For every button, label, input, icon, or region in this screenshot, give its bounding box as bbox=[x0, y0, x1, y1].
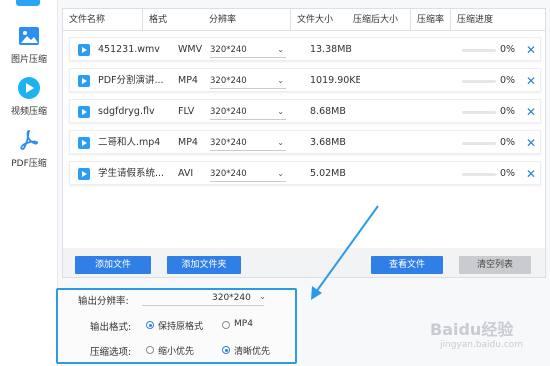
file-name: 451231.wmv bbox=[98, 44, 160, 55]
add-folder-button[interactable]: 添加文件夹 bbox=[167, 256, 241, 274]
resolution-value: 320*240 bbox=[210, 138, 247, 148]
app-window: 图片压缩 视频压缩 PDF压缩 文件名称 格式 分辨率 文件大小 压缩后大小 压… bbox=[0, 0, 550, 366]
file-size: 8.68MB bbox=[310, 106, 346, 117]
chevron-down-icon: ⌄ bbox=[277, 76, 284, 85]
output-settings-panel: 输出分辨率: 320*240 ⌄ 输出格式: 保持原格式 MP4 压缩选项: 缩… bbox=[56, 288, 297, 364]
column-header-ratio: 压缩率 bbox=[411, 9, 451, 31]
play-icon[interactable] bbox=[78, 44, 90, 56]
sidebar-item-video[interactable]: 视频压缩 bbox=[0, 76, 58, 117]
file-size: 3.68MB bbox=[310, 137, 346, 148]
resolution-select[interactable]: 320*240 ⌄ bbox=[210, 104, 286, 120]
play-icon[interactable] bbox=[78, 106, 90, 118]
column-header-name: 文件名称 bbox=[63, 9, 143, 31]
resolution-label: 输出分辨率: bbox=[78, 296, 129, 307]
play-icon[interactable] bbox=[78, 75, 90, 87]
progress-bar bbox=[462, 49, 496, 52]
column-header-progress: 压缩进度 bbox=[457, 15, 494, 25]
action-bar: 添加文件 添加文件夹 查看文件 清空列表 bbox=[62, 248, 546, 278]
progress-percent: 0% bbox=[500, 44, 516, 55]
table-row[interactable]: sdgfdryg.flv FLV 320*240 ⌄ 8.68MB 0% ✕ bbox=[69, 99, 541, 123]
resolution-select[interactable]: 320*240 ⌄ bbox=[210, 135, 286, 151]
file-list-panel: 文件名称 格式 分辨率 文件大小 压缩后大小 压缩率 压缩进度 451231.w… bbox=[62, 8, 546, 278]
view-file-button[interactable]: 查看文件 bbox=[371, 256, 443, 274]
file-format: MP4 bbox=[178, 137, 198, 148]
compress-label: 压缩选项: bbox=[90, 347, 132, 358]
table-row[interactable]: 学生请假系统... AVI 320*240 ⌄ 5.02MB 0% ✕ bbox=[69, 161, 541, 185]
progress-bar bbox=[462, 173, 496, 176]
file-name: 二哥和人.mp4 bbox=[98, 137, 161, 148]
file-name: 学生请假系统... bbox=[98, 168, 165, 179]
chevron-down-icon: ⌄ bbox=[259, 292, 266, 301]
chevron-down-icon: ⌄ bbox=[277, 107, 284, 116]
chevron-down-icon: ⌄ bbox=[277, 169, 284, 178]
format-radio-mp4[interactable] bbox=[222, 321, 230, 329]
remove-icon[interactable]: ✕ bbox=[526, 162, 536, 186]
column-header-compressed-size: 压缩后大小 bbox=[347, 9, 411, 31]
remove-icon[interactable]: ✕ bbox=[526, 38, 536, 62]
resolution-value: 320*240 bbox=[210, 107, 247, 117]
resolution-select[interactable]: 320*240 ⌄ bbox=[210, 166, 286, 182]
remove-icon[interactable]: ✕ bbox=[526, 131, 536, 155]
watermark-logo: Baidu经验 bbox=[430, 320, 514, 339]
format-radio-keep[interactable] bbox=[146, 321, 154, 329]
sidebar-item-label: PDF压缩 bbox=[11, 159, 47, 169]
resolution-value: 320*240 bbox=[210, 169, 247, 179]
column-header-format: 格式 bbox=[149, 15, 168, 25]
progress-bar bbox=[462, 80, 496, 83]
file-format: FLV bbox=[178, 106, 195, 117]
progress-bar bbox=[462, 142, 496, 145]
table-row[interactable]: PDF分割演讲... MP4 320*240 ⌄ 1019.90KE 0% ✕ bbox=[69, 68, 541, 92]
output-resolution-value: 320*240 bbox=[212, 293, 251, 303]
sidebar-item-label: 视频压缩 bbox=[10, 107, 47, 117]
sidebar-item-label: 图片压缩 bbox=[10, 55, 47, 65]
image-icon bbox=[19, 27, 39, 45]
sidebar-top-accent bbox=[16, 0, 40, 6]
remove-icon[interactable]: ✕ bbox=[526, 69, 536, 93]
resolution-value: 320*240 bbox=[210, 76, 247, 86]
file-format: MP4 bbox=[178, 75, 198, 86]
watermark-url: jingyan.baidu.com bbox=[440, 340, 524, 350]
table-row[interactable]: 二哥和人.mp4 MP4 320*240 ⌄ 3.68MB 0% ✕ bbox=[69, 130, 541, 154]
pdf-icon bbox=[20, 130, 38, 150]
file-size: 5.02MB bbox=[310, 168, 346, 179]
compress-radio-size[interactable] bbox=[146, 346, 154, 354]
file-name: PDF分割演讲... bbox=[98, 75, 164, 86]
format-label: 输出格式: bbox=[90, 322, 132, 333]
progress-percent: 0% bbox=[500, 75, 516, 86]
sidebar-item-image[interactable]: 图片压缩 bbox=[0, 24, 58, 65]
play-circle-icon bbox=[18, 77, 40, 99]
file-size: 13.38MB bbox=[310, 44, 352, 55]
format-option-label: MP4 bbox=[234, 319, 253, 329]
progress-percent: 0% bbox=[500, 106, 516, 117]
table-row[interactable]: 451231.wmv WMV 320*240 ⌄ 13.38MB 0% ✕ bbox=[69, 37, 541, 61]
column-header-resolution: 分辨率 bbox=[203, 9, 291, 31]
column-header-size: 文件大小 bbox=[297, 15, 334, 25]
progress-percent: 0% bbox=[500, 137, 516, 148]
file-format: WMV bbox=[178, 44, 203, 55]
resolution-value: 320*240 bbox=[210, 45, 247, 55]
chevron-down-icon: ⌄ bbox=[277, 138, 284, 147]
clear-list-button[interactable]: 清空列表 bbox=[459, 256, 531, 274]
compress-option-label: 缩小优先 bbox=[158, 347, 195, 357]
file-name: sdgfdryg.flv bbox=[98, 106, 155, 117]
progress-percent: 0% bbox=[500, 168, 516, 179]
file-format: AVI bbox=[178, 168, 194, 179]
resolution-select[interactable]: 320*240 ⌄ bbox=[210, 73, 286, 89]
compress-option-label: 清晰优先 bbox=[234, 347, 271, 357]
sidebar: 图片压缩 视频压缩 PDF压缩 bbox=[0, 0, 58, 366]
format-option-label: 保持原格式 bbox=[158, 322, 204, 332]
progress-bar bbox=[462, 111, 496, 114]
add-file-button[interactable]: 添加文件 bbox=[75, 256, 151, 274]
play-icon[interactable] bbox=[78, 137, 90, 149]
play-icon[interactable] bbox=[78, 168, 90, 180]
resolution-select[interactable]: 320*240 ⌄ bbox=[210, 42, 286, 58]
file-size: 1019.90KE bbox=[310, 75, 360, 86]
compress-radio-quality[interactable] bbox=[222, 346, 230, 354]
sidebar-item-pdf[interactable]: PDF压缩 bbox=[0, 128, 58, 169]
table-header: 文件名称 格式 分辨率 文件大小 压缩后大小 压缩率 压缩进度 bbox=[63, 9, 545, 31]
output-resolution-select[interactable]: 320*240 ⌄ bbox=[142, 292, 266, 306]
remove-icon[interactable]: ✕ bbox=[526, 100, 536, 124]
chevron-down-icon: ⌄ bbox=[277, 45, 284, 54]
